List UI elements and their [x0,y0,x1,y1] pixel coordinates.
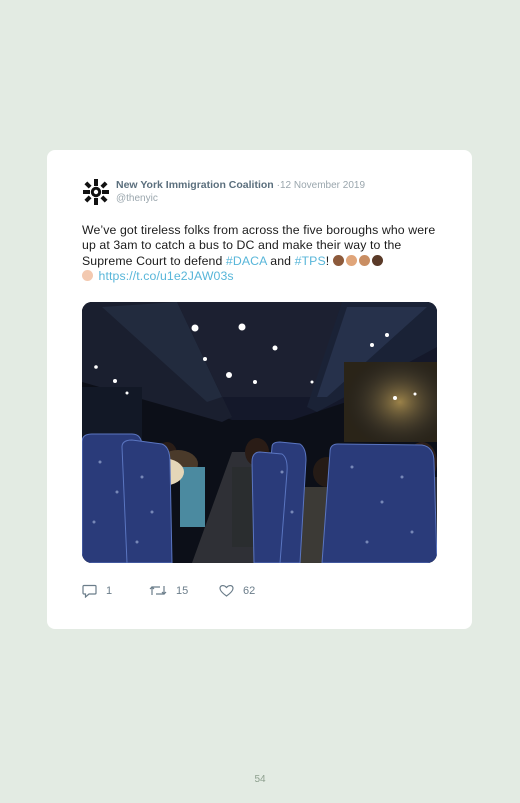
tweet-header: New York Immigration Coalition ·12 Novem… [82,178,452,208]
heart-icon [219,584,234,597]
tweet-card: New York Immigration Coalition ·12 Novem… [47,150,472,629]
page-number: 54 [254,774,266,785]
retweet-count: 15 [176,584,189,597]
tweet-photo[interactable] [82,302,437,563]
fist-emoji-icon [82,269,93,281]
retweet-icon [149,586,167,595]
tweet-text: We’ve got tireless folks from across the… [82,223,442,284]
hashtag-tps[interactable]: #TPS [295,254,326,268]
fist-emoji-icon [345,254,357,266]
reply-count: 1 [106,585,113,597]
reply-icon [82,584,97,598]
nyic-logo-icon[interactable] [82,178,110,206]
bus-interior-image [82,302,437,563]
author-name[interactable]: New York Immigration Coalition [116,179,274,191]
tweet-link[interactable]: https://t.co/u1e2JAW03s [99,269,234,283]
author-handle[interactable]: @thenyic [116,193,158,204]
tweet-date[interactable]: 12 November 2019 [280,180,365,191]
tweet-text-bang: ! [325,253,333,268]
author-line: New York Immigration Coalition ·12 Novem… [116,179,365,191]
fist-emoji-icon [332,254,344,266]
like-button[interactable]: 62 [219,584,255,597]
fist-emoji-icon [371,254,383,266]
reply-button[interactable]: 1 [82,584,112,598]
retweet-button[interactable]: 15 [149,584,188,597]
fist-emoji-icon [358,254,370,266]
tweet-text-and: and [266,253,295,268]
hashtag-daca[interactable]: #DACA [226,254,267,268]
tweet-actions: 1 15 62 [82,584,382,602]
like-count: 62 [243,584,256,597]
